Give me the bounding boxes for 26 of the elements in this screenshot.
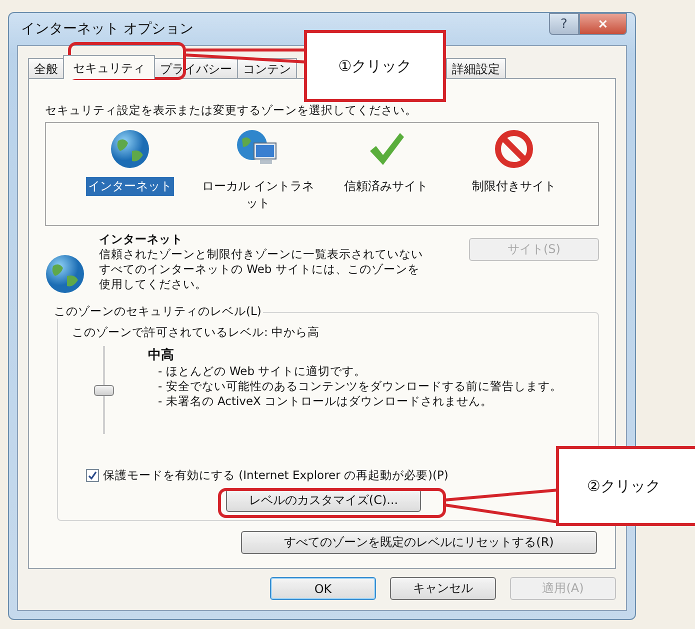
callout: ①クリック: [304, 30, 446, 102]
reset-zones-button[interactable]: すべてのゾーンを既定のレベルにリセットする(R): [241, 531, 597, 554]
zone-item[interactable]: 信頼済みサイト: [342, 177, 430, 196]
instruction-text: セキュリティ設定を表示または変更するゾーンを選択してください。: [45, 103, 418, 118]
tab[interactable]: セキュリティ: [63, 55, 155, 79]
zone-item[interactable]: ローカル イントラネット: [200, 177, 316, 213]
help-button[interactable]: ?: [549, 13, 579, 35]
group-label: このゾーンのセキュリティのレベル(L): [52, 304, 264, 319]
zone-item[interactable]: インターネット: [86, 177, 174, 196]
tab[interactable]: プライバシー: [154, 58, 238, 78]
zone-item[interactable]: 制限付きサイト: [470, 177, 558, 196]
level-name: 中高: [148, 346, 175, 364]
callout: ②クリック: [556, 446, 695, 526]
customize-level-button[interactable]: レベルのカスタマイズ(C)...: [226, 489, 421, 512]
zone-title: インターネット: [99, 232, 184, 247]
tab[interactable]: 全般: [28, 58, 64, 78]
window-title: インターネット オプション: [20, 20, 194, 38]
zone-description: 信頼されたゾーンと制限付きゾーンに一覧表示されていないすべてのインターネットの Web サイトには、このゾーンを使用してください。: [99, 247, 424, 292]
dialog-button[interactable]: OK: [270, 577, 376, 600]
level-description: - 安全でない可能性のあるコンテンツをダウンロードする前に警告します。: [158, 379, 562, 394]
checkbox-label: 保護モードを有効にする (Internet Explorer の再起動が必要)(P): [103, 468, 448, 483]
allowed-level-text: このゾーンで許可されているレベル: 中から高: [72, 325, 321, 340]
tab[interactable]: 詳細設定: [446, 58, 506, 78]
level-description: - 未署名の ActiveX コントロールはダウンロードされません。: [158, 394, 494, 409]
dialog-button[interactable]: キャンセル: [390, 577, 496, 600]
level-description: - ほとんどの Web サイトに適切です。: [158, 364, 368, 379]
